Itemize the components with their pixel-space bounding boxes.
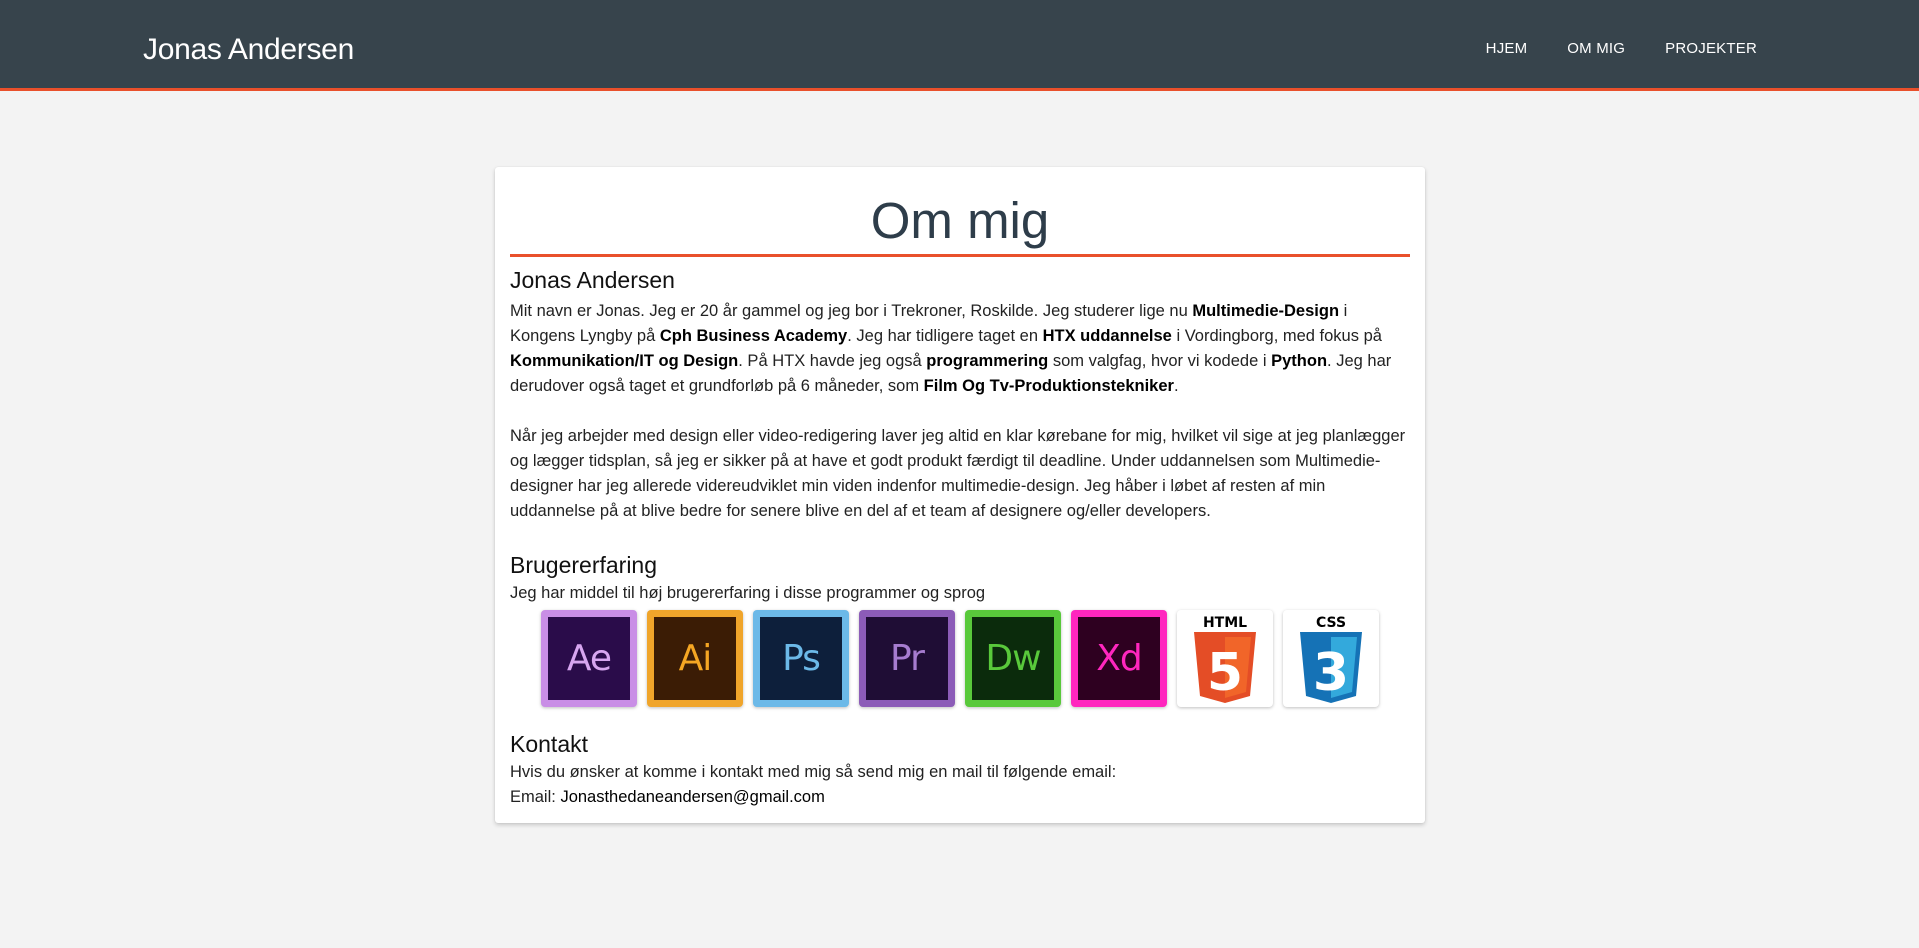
highlight-text: HTX uddannelse [1042, 327, 1172, 345]
experience-subtitle: Jeg har middel til høj brugererfaring i … [510, 584, 986, 602]
photoshop-icon: Ps [753, 610, 849, 707]
premiere-icon-label: Pr [866, 617, 948, 700]
email-label: Email: [510, 788, 561, 806]
paragraph-text: . På HTX havde jeg også [738, 352, 927, 370]
photoshop-icon-label: Ps [760, 617, 842, 700]
css3-icon-label: CSS [1316, 615, 1346, 631]
dreamweaver-icon-label: Dw [972, 617, 1054, 700]
software-icons: Ae Ai Ps Pr Dw Xd HTML 5 CSS 3 [541, 610, 1410, 707]
contact-heading: Kontakt [510, 731, 588, 757]
page-title: Om mig [510, 167, 1410, 257]
highlight-text: Multimedie-Design [1192, 302, 1340, 320]
premiere-icon: Pr [859, 610, 955, 707]
contact-text: Hvis du ønsker at komme i kontakt med mi… [510, 763, 1117, 781]
illustrator-icon: Ai [647, 610, 743, 707]
css3-icon: CSS 3 [1283, 610, 1379, 707]
xd-icon: Xd [1071, 610, 1167, 707]
css3-icon-glyph: 3 [1313, 643, 1349, 703]
nav-link-projekter[interactable]: PROJEKTER [1665, 40, 1757, 57]
highlight-text: Film Og Tv-Produktionstekniker [923, 377, 1174, 395]
after-effects-icon: Ae [541, 610, 637, 707]
nav-links: HJEM OM MIG PROJEKTER [1446, 40, 1757, 57]
contact-section: Kontakt Hvis du ønsker at komme i kontak… [510, 729, 1410, 810]
nav-link-om-mig[interactable]: OM MIG [1567, 40, 1625, 57]
intro-heading: Jonas Andersen [510, 267, 675, 293]
paragraph-text: som valgfag, hvor vi kodede i [1048, 352, 1272, 370]
experience-heading: Brugererfaring [510, 552, 658, 578]
work-paragraph: Når jeg arbejder med design eller video-… [510, 427, 1406, 520]
css3-icon-graphic: CSS 3 [1300, 615, 1362, 703]
nav-link-hjem[interactable]: HJEM [1486, 40, 1528, 57]
html5-icon-glyph: 5 [1207, 643, 1243, 703]
top-navbar: Jonas Andersen HJEM OM MIG PROJEKTER [0, 0, 1919, 91]
after-effects-icon-label: Ae [548, 617, 630, 700]
experience-section: Brugererfaring Jeg har middel til høj br… [510, 550, 1410, 707]
paragraph-text: . Jeg har tidligere taget en [847, 327, 1043, 345]
highlight-text: Python [1271, 352, 1328, 370]
illustrator-icon-label: Ai [654, 617, 736, 700]
intro-paragraph: Mit navn er Jonas. Jeg er 20 år gammel o… [510, 299, 1410, 399]
highlight-text: Cph Business Academy [659, 327, 848, 345]
html5-icon-graphic: HTML 5 [1194, 615, 1256, 703]
email-line: Email: Jonasthedaneandersen@gmail.com [510, 785, 1410, 810]
paragraph-text: Mit navn er Jonas. Jeg er 20 år gammel o… [510, 302, 1193, 320]
email-address[interactable]: Jonasthedaneandersen@gmail.com [560, 788, 824, 806]
html5-icon-label: HTML [1203, 615, 1247, 631]
xd-icon-label: Xd [1078, 617, 1160, 700]
paragraph-text: . [1173, 377, 1179, 395]
dreamweaver-icon: Dw [965, 610, 1061, 707]
about-card: Om mig Jonas Andersen Mit navn er Jonas.… [495, 167, 1425, 823]
highlight-text: programmering [926, 352, 1049, 370]
highlight-text: Kommunikation/IT og Design [510, 352, 739, 370]
paragraph-text: i Vordingborg, med fokus på [1171, 327, 1382, 345]
html5-icon: HTML 5 [1177, 610, 1273, 707]
site-brand[interactable]: Jonas Andersen [143, 33, 354, 67]
